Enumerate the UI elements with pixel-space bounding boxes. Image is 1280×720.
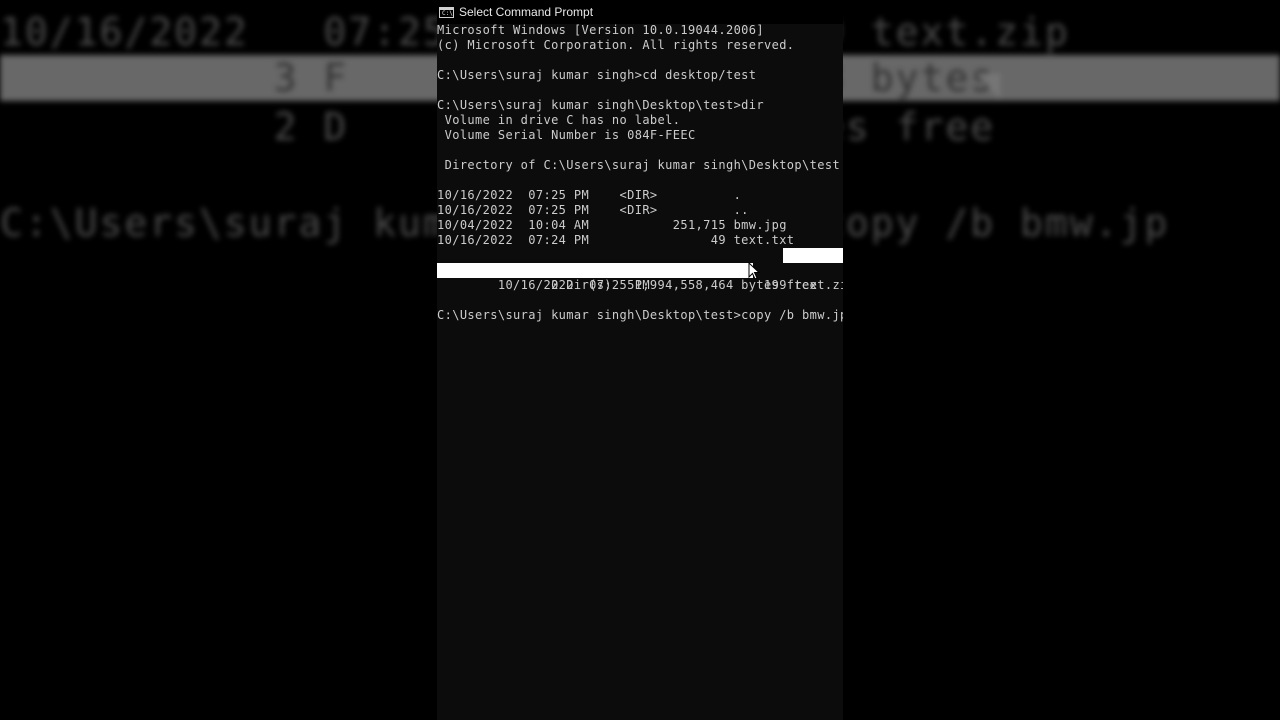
console-line: C:\Users\suraj kumar singh\Desktop\test>… <box>437 98 764 112</box>
console-line-selected[interactable]: 3 File(s) 251,963 bytes <box>437 263 843 307</box>
console-line: 10/16/2022 07:24 PM 49 text.txt <box>437 233 795 247</box>
title-bar[interactable]: C:\ Select Command Prompt <box>437 0 843 24</box>
console-line: 10/16/2022 07:25 PM <DIR> .. <box>437 203 749 217</box>
console-line: C:\Users\suraj kumar singh>cd desktop/te… <box>437 68 757 82</box>
console-line: Directory of C:\Users\suraj kumar singh\… <box>437 158 841 172</box>
console-line: 2 Dir(s) 51,994,558,464 bytes free <box>437 278 818 292</box>
console-line: Volume Serial Number is 084F-FEEC <box>437 128 696 142</box>
console-line: 10/16/2022 07:25 PM <DIR> . <box>437 188 742 202</box>
text-selection <box>437 263 753 278</box>
console-line: 10/04/2022 10:04 AM 251,715 bmw.jpg <box>437 218 787 232</box>
window-title: Select Command Prompt <box>459 5 594 19</box>
video-frame: 10/16/2022 07:25 P 199 text.zip 3 F 251,… <box>0 0 1280 720</box>
command-prompt-icon: C:\ <box>439 6 454 18</box>
console-output[interactable]: Microsoft Windows [Version 10.0.19044.20… <box>437 23 843 323</box>
command-prompt-window[interactable]: C:\ Select Command Prompt Microsoft Wind… <box>437 0 843 720</box>
mouse-pointer-icon <box>748 262 760 280</box>
console-line: Microsoft Windows [Version 10.0.19044.20… <box>437 23 764 37</box>
console-line: Volume in drive C has no label. <box>437 113 681 127</box>
console-line: (c) Microsoft Corporation. All rights re… <box>437 38 795 52</box>
console-line-partial-selection[interactable]: 10/16/2022 07:25 PM 199 text.zip <box>437 248 843 292</box>
text-selection <box>783 248 843 263</box>
command-prompt-icon-glyph: C:\ <box>442 9 453 17</box>
command-input-line[interactable]: C:\Users\suraj kumar singh\Desktop\test>… <box>437 308 843 323</box>
